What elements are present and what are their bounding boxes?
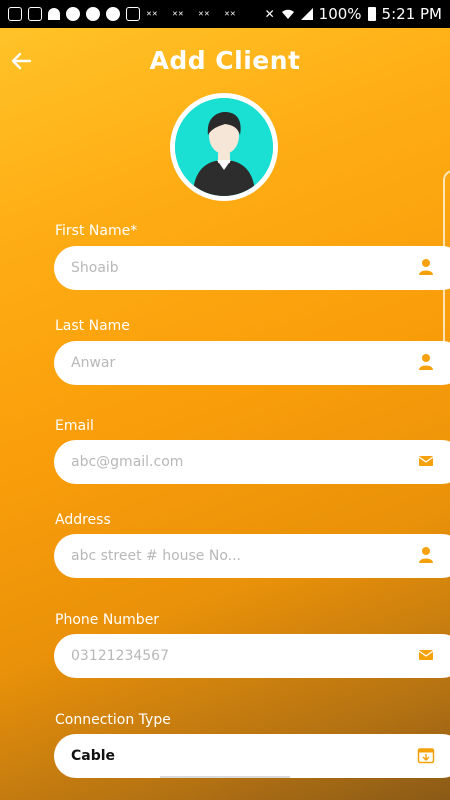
- person-icon: [419, 547, 433, 563]
- first-name-label: First Name*: [55, 223, 138, 239]
- last-name-label: Last Name: [55, 318, 130, 334]
- mute-icon: ✕: [264, 7, 275, 21]
- monitor-icon: [28, 7, 42, 21]
- first-name-input[interactable]: [71, 260, 391, 276]
- address-field[interactable]: [54, 534, 450, 578]
- facebook-icon: [66, 7, 80, 21]
- status-right: ✕ 100% 5:21 PM: [265, 5, 442, 23]
- address-input[interactable]: [71, 548, 391, 564]
- phone-label: Phone Number: [55, 612, 160, 628]
- image-icon: [126, 7, 140, 21]
- status-bar: ✕✕ ✕✕ ✕✕ ✕✕ ✕ 100% 5:21 PM: [0, 0, 450, 28]
- page-title: Add Client: [149, 46, 301, 75]
- chat-icon: [8, 7, 22, 21]
- news-icon: ✕✕: [146, 10, 158, 18]
- wifi-icon: [48, 8, 60, 20]
- facebook-icon: [106, 7, 120, 21]
- avatar-image: [175, 98, 273, 196]
- mail-icon: [418, 650, 434, 660]
- phone-input[interactable]: [71, 648, 391, 664]
- person-icon: [419, 259, 433, 275]
- status-left-icons: ✕✕ ✕✕ ✕✕ ✕✕: [8, 7, 244, 21]
- battery-icon: [367, 7, 376, 21]
- first-name-field[interactable]: [54, 246, 450, 290]
- last-name-field[interactable]: [54, 341, 450, 385]
- connection-type-select[interactable]: Cable: [54, 734, 450, 778]
- battery-percent: 100%: [318, 5, 362, 23]
- avatar[interactable]: [170, 93, 278, 201]
- signal-icon: [300, 8, 313, 20]
- email-input[interactable]: [71, 454, 391, 470]
- mail-icon: [418, 456, 434, 466]
- connection-type-label: Connection Type: [55, 712, 171, 728]
- person-icon: [419, 354, 433, 370]
- email-field[interactable]: [54, 440, 450, 484]
- wifi-icon: [281, 9, 294, 19]
- news-icon: ✕✕: [198, 10, 210, 18]
- last-name-input[interactable]: [71, 355, 391, 371]
- address-label: Address: [55, 512, 111, 528]
- nav-indicator: [160, 776, 290, 778]
- news-icon: ✕✕: [224, 10, 236, 18]
- status-time: 5:21 PM: [381, 5, 442, 23]
- user-avatar-icon: [175, 98, 273, 196]
- facebook-icon: [86, 7, 100, 21]
- news-icon: ✕✕: [172, 10, 184, 18]
- calendar-icon: [417, 748, 435, 764]
- email-label: Email: [55, 418, 94, 434]
- phone-field[interactable]: [54, 634, 450, 678]
- connection-type-value: Cable: [71, 748, 116, 764]
